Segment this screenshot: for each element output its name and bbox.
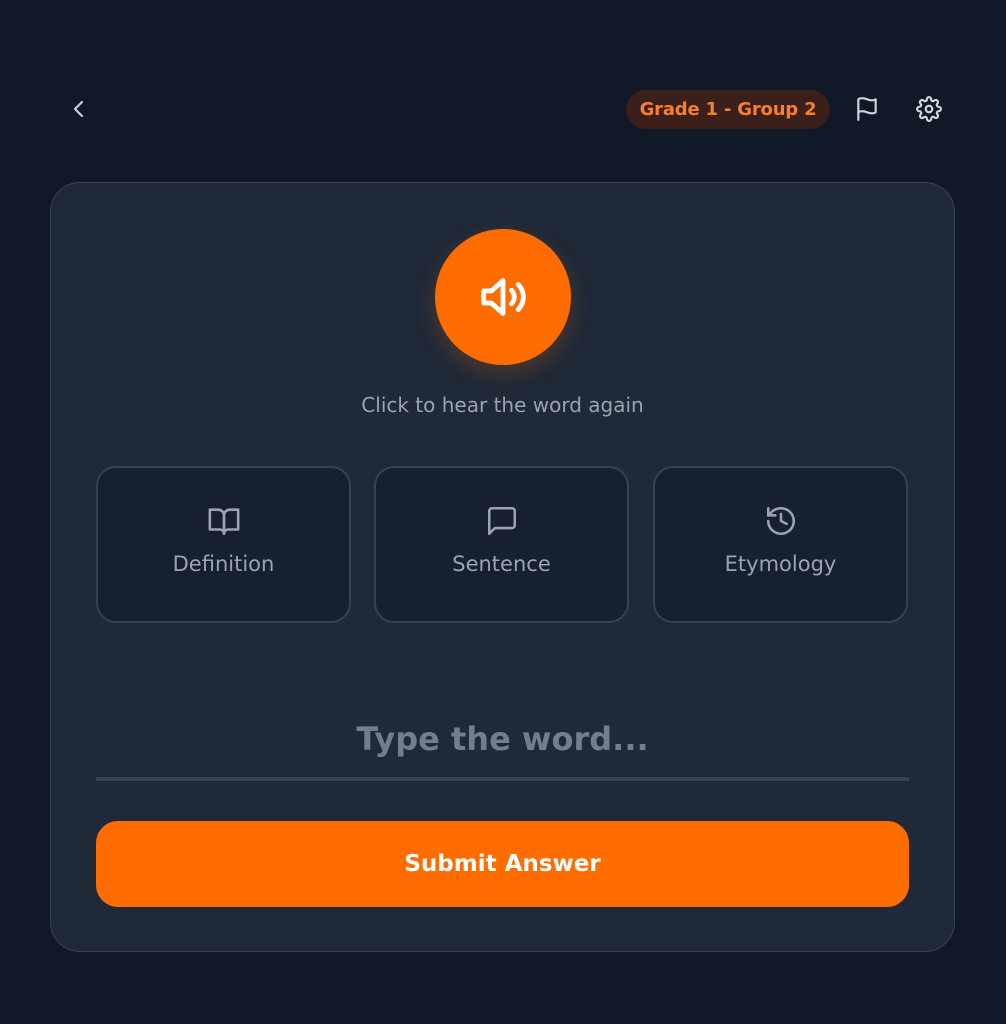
sentence-label: Sentence <box>452 552 551 576</box>
gear-icon <box>916 96 942 122</box>
play-word-button[interactable] <box>435 229 571 365</box>
book-open-icon <box>206 503 242 539</box>
settings-button[interactable] <box>910 90 948 128</box>
flag-icon <box>857 97 877 121</box>
back-button[interactable] <box>60 90 98 128</box>
etymology-label: Etymology <box>724 552 837 576</box>
message-square-icon <box>484 503 520 539</box>
spelling-card: Click to hear the word again Definition … <box>50 182 955 952</box>
flag-button[interactable] <box>848 90 886 128</box>
speaker-volume-icon <box>481 278 526 316</box>
definition-label: Definition <box>172 552 275 576</box>
sentence-button[interactable]: Sentence <box>374 466 629 623</box>
etymology-button[interactable]: Etymology <box>653 466 908 623</box>
chevron-left-icon <box>73 100 84 118</box>
top-bar: Grade 1 - Group 2 <box>0 0 1006 200</box>
submit-answer-button[interactable]: Submit Answer <box>96 821 909 907</box>
answer-input[interactable] <box>96 701 909 781</box>
definition-button[interactable]: Definition <box>96 466 351 623</box>
group-badge: Grade 1 - Group 2 <box>626 90 830 129</box>
replay-hint: Click to hear the word again <box>361 393 644 417</box>
history-icon <box>763 503 799 539</box>
